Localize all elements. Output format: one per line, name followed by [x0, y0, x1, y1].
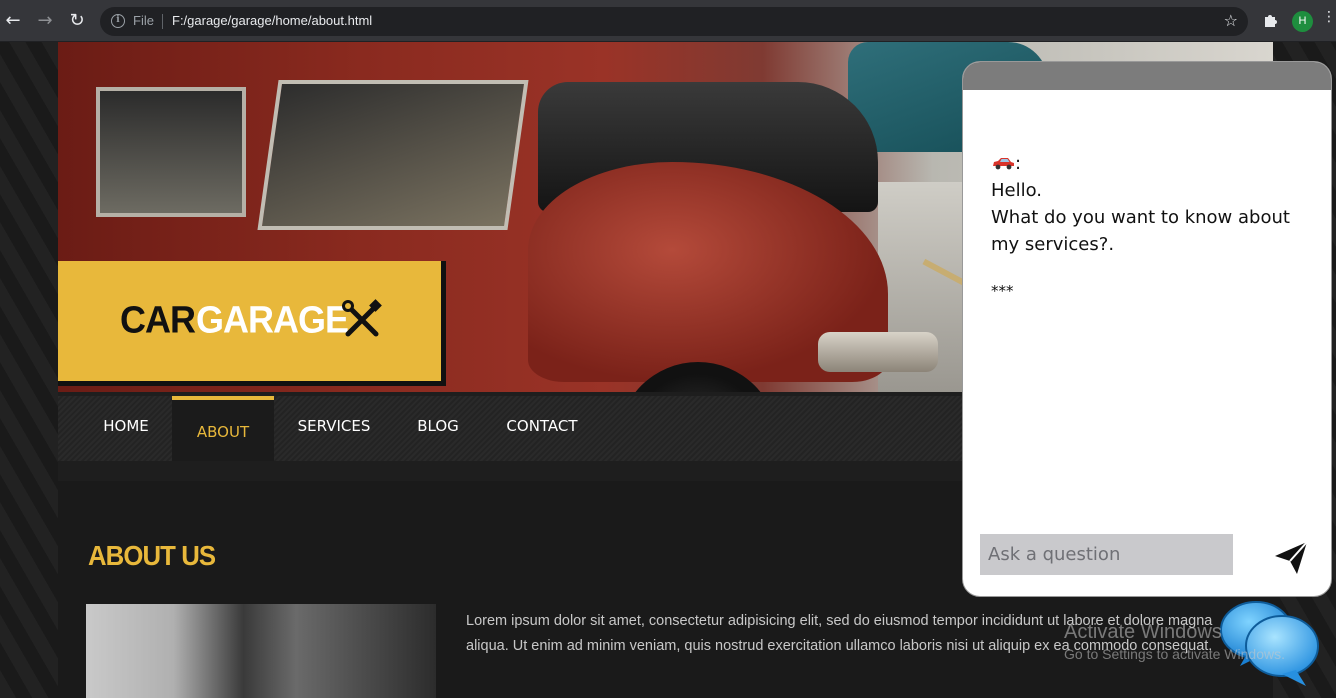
chat-sender-suffix: :	[1015, 153, 1022, 174]
activate-windows-title: Activate Windows	[1064, 621, 1222, 643]
nav-blog[interactable]: BLOG	[410, 396, 466, 461]
extensions-puzzle-icon[interactable]	[1262, 11, 1280, 29]
nav-about[interactable]: ABOUT	[172, 396, 274, 461]
car-emoji-icon	[991, 151, 1015, 170]
address-separator	[162, 14, 163, 29]
chat-window: : Hello. What do you want to know about …	[962, 61, 1332, 597]
browser-menu-icon[interactable]: ⋮	[1322, 9, 1336, 25]
file-label: File	[133, 13, 154, 28]
profile-avatar[interactable]: H	[1292, 11, 1313, 32]
mechanic-image	[86, 604, 436, 698]
chat-separator: ***	[991, 282, 1014, 300]
nav-home[interactable]: HOME	[92, 396, 160, 461]
back-arrow-icon[interactable]: ←	[2, 10, 24, 32]
logo-text-car: CAR	[120, 297, 196, 341]
bookmark-star-icon[interactable]: ☆	[1224, 11, 1238, 30]
left-background-texture	[0, 42, 58, 698]
chat-header[interactable]	[963, 62, 1331, 90]
chat-question: What do you want to know about my servic…	[991, 207, 1290, 255]
about-title: ABOUT US	[88, 540, 216, 571]
browser-toolbar: ← → ↻ i File F:/garage/garage/home/about…	[0, 0, 1336, 42]
info-icon[interactable]: i	[111, 14, 125, 28]
send-icon[interactable]	[1273, 540, 1309, 576]
reload-icon[interactable]: ↻	[66, 10, 88, 32]
wrench-screwdriver-icon	[342, 299, 382, 337]
activate-windows-subtitle: Go to Settings to activate Windows.	[1064, 646, 1285, 662]
logo-text-garage: GARAGE	[196, 297, 349, 341]
url-text[interactable]: F:/garage/garage/home/about.html	[172, 13, 372, 28]
chat-bubble-icon[interactable]	[1218, 600, 1322, 690]
chat-bot-message: : Hello. What do you want to know about …	[991, 150, 1311, 258]
nav-contact[interactable]: CONTACT	[498, 396, 586, 461]
forward-arrow-icon[interactable]: →	[34, 10, 56, 32]
chat-question-input[interactable]	[980, 534, 1233, 575]
nav-services[interactable]: SERVICES	[290, 396, 378, 461]
address-bar[interactable]: i File F:/garage/garage/home/about.html …	[100, 7, 1248, 36]
chat-greeting: Hello.	[991, 180, 1043, 201]
